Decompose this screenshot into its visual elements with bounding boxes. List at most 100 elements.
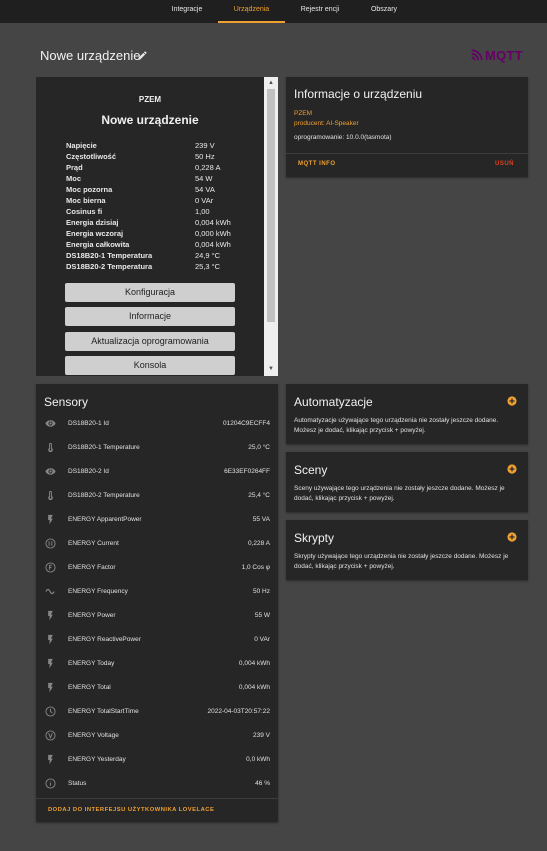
sensor-row[interactable]: ENERGY TotalStartTime 2022-04-03T20:57:2… [36,700,278,724]
sensor-name: ENERGY TotalStartTime [68,708,139,715]
add-automation-icon[interactable] [507,396,517,406]
firmware-update-button[interactable]: Aktualizacja oprogramowania [65,332,235,351]
device-firmware: oprogramowanie: 10.0.0(tasmota) [294,134,392,141]
sensor-name: DS18B20-1 Id [68,420,109,427]
sensor-name: Status [68,780,87,787]
sensor-row[interactable]: DS18B20-1 Temperature 25,0 °C [36,436,278,460]
mqtt-logo-icon [471,49,483,61]
row-label: Energia wczoraj [66,229,124,238]
sensor-name: ENERGY Voltage [68,732,119,739]
wave-icon [45,588,55,595]
device-info-title: Informacje o urządzeniu [294,87,423,101]
scroll-up-icon[interactable]: ▲ [265,79,277,87]
row-label: Energia dzisiaj [66,218,119,227]
sensor-row[interactable]: ENERGY ApparentPower 55 VA [36,508,278,532]
row-label: Moc pozorna [66,185,113,194]
info-icon [45,778,56,789]
device-row-temp-1: DS18B20-1 Temperatura 24,9 °C [66,251,256,262]
flash-icon [48,682,53,693]
tab-devices[interactable]: Urządzenia [218,0,285,23]
voltage-icon [45,730,56,741]
sensor-row[interactable]: ENERGY Frequency 50 Hz [36,580,278,604]
flash-icon [48,610,53,621]
device-row-voltage: Napięcie 239 V [66,141,256,152]
sensor-row[interactable]: ENERGY ReactivePower 0 VAr [36,628,278,652]
sensor-name: ENERGY Frequency [68,588,128,595]
row-label: Moc [66,174,81,183]
configuration-button[interactable]: Konfiguracja [65,283,235,302]
device-row-power: Moc 54 W [66,174,256,185]
sensor-value: 50 Hz [253,588,270,595]
sensor-value: 6E33EF0264FF [224,468,270,475]
device-row-cos-fi: Cosinus fi 1,00 [66,207,256,218]
sensor-name: ENERGY Factor [68,564,116,571]
automations-card: Automatyzacje Automatyzacje używające te… [286,384,528,444]
sensor-value: 239 V [253,732,270,739]
sensor-value: 0 VAr [254,636,270,643]
sensor-name: ENERGY Total [68,684,111,691]
sensor-row[interactable]: ENERGY Yesterday 0,0 kWh [36,748,278,772]
console-button[interactable]: Konsola [65,356,235,375]
sensor-row[interactable]: ENERGY Current 0,228 A [36,532,278,556]
device-name: Nowe urządzenie [101,113,199,127]
tab-entity-registry[interactable]: Rejestr encji [290,0,350,23]
device-row-energy-today: Energia dzisiaj 0,004 kWh [66,218,256,229]
device-row-reactive-power: Moc bierna 0 VAr [66,196,256,207]
device-model: PZEM [138,95,162,104]
device-row-current: Prąd 0,228 A [66,163,256,174]
thermometer-icon [48,442,53,453]
sensor-row[interactable]: Status 46 % [36,772,278,796]
device-row-energy-yesterday: Energia wczoraj 0,000 kWh [66,229,256,240]
sensor-value: 55 VA [252,516,270,523]
information-button[interactable]: Informacje [65,307,235,326]
scroll-down-icon[interactable]: ▼ [265,365,277,373]
sensor-row[interactable]: ENERGY Power 55 W [36,604,278,628]
row-value: 0,000 kWh [195,229,231,238]
sensor-row[interactable]: DS18B20-2 Id 6E33EF0264FF [36,460,278,484]
sensor-value: 1,0 Cos φ [241,564,270,571]
device-row-energy-total: Energia całkowita 0,004 kWh [66,240,256,251]
page-title: Nowe urządzenie [40,48,141,63]
sensor-row[interactable]: ENERGY Voltage 239 V [36,724,278,748]
eye-icon [45,468,56,475]
sensor-name: ENERGY ApparentPower [68,516,142,523]
flash-icon [48,754,53,765]
scrollbar-thumb[interactable] [267,89,275,322]
row-label: Energia całkowita [66,240,130,249]
row-value: 0,228 A [195,163,221,172]
row-label: Moc bierna [66,196,106,205]
sensor-name: ENERGY Current [68,540,119,547]
row-value: 25,3 °C [195,262,221,271]
row-label: DS18B20-2 Temperatura [66,262,153,271]
row-value: 1,00 [195,207,210,216]
row-label: Częstotliwość [66,152,117,161]
current-icon [45,538,56,549]
tab-integrations[interactable]: Integracje [160,0,214,23]
flash-icon [48,514,53,525]
delete-button[interactable]: USUŃ [495,161,514,167]
sensor-value: 25,4 °C [248,492,270,499]
sensor-value: 46 % [255,780,270,787]
sensor-row[interactable]: DS18B20-2 Temperature 25,4 °C [36,484,278,508]
mqtt-info-button[interactable]: MQTT INFO [298,161,336,167]
scripts-card: Skrypty Skrypty używające tego urządzeni… [286,520,528,580]
sensor-row[interactable]: ENERGY Today 0,004 kWh [36,652,278,676]
device-info-card: Informacje o urządzeniu PZEM producent: … [286,77,528,177]
tab-areas[interactable]: Obszary [357,0,411,23]
sensor-row[interactable]: ENERGY Factor 1,0 Cos φ [36,556,278,580]
add-to-lovelace-button[interactable]: DODAJ DO INTERFEJSU UŻYTKOWNIKA LOVELACE [48,807,214,813]
scenes-description: Sceny używające tego urządzenia nie zost… [294,485,505,502]
scenes-title: Sceny [294,463,328,477]
sensor-value: 01204C9ECFF4 [223,420,270,427]
sensor-row[interactable]: ENERGY Total 0,004 kWh [36,676,278,700]
row-value: 239 V [195,141,215,150]
sensor-row[interactable]: DS18B20-1 Id 01204C9ECFF4 [36,412,278,436]
pencil-icon[interactable] [137,50,148,61]
scenes-card: Sceny Sceny używające tego urządzenia ni… [286,452,528,512]
add-scene-icon[interactable] [507,464,517,474]
add-script-icon[interactable] [507,532,517,542]
device-row-apparent-power: Moc pozorna 54 VA [66,185,256,196]
sensor-value: 0,0 kWh [246,756,270,763]
row-value: 0,004 kWh [195,218,231,227]
sensor-value: 25,0 °C [248,444,270,451]
